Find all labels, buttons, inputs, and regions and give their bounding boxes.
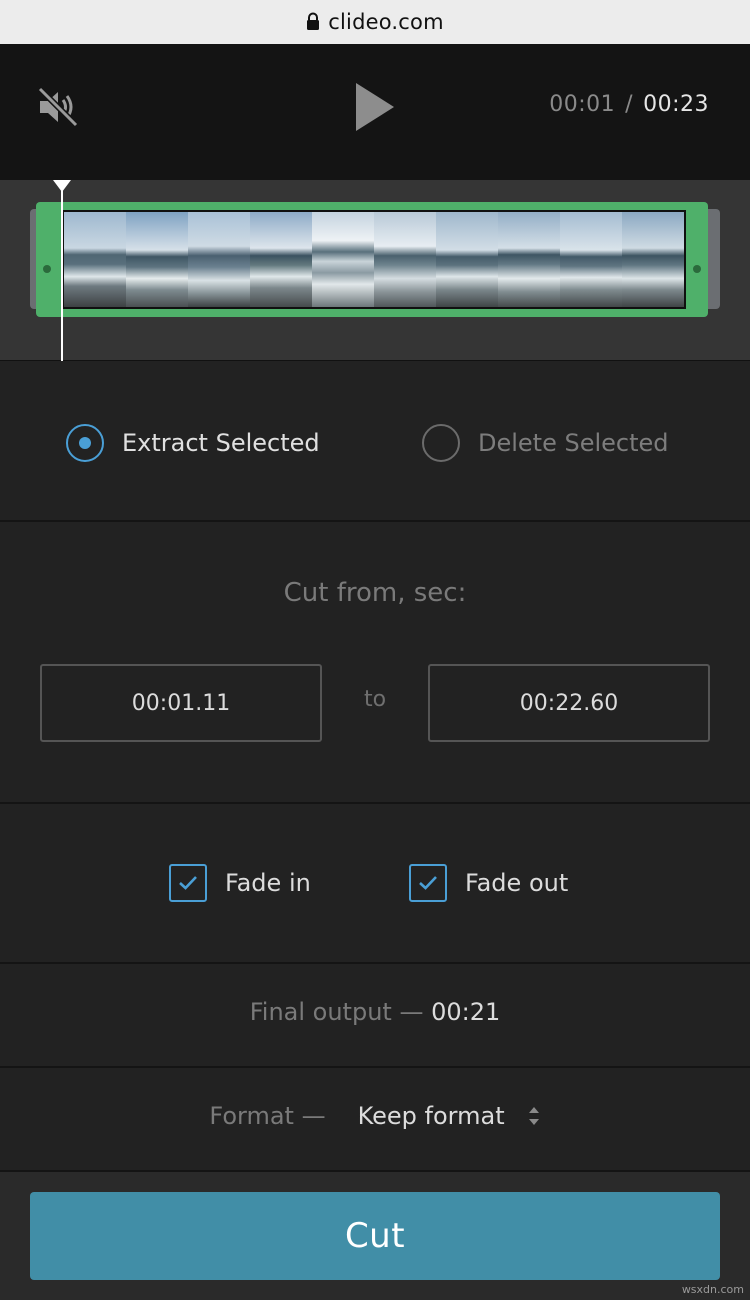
final-output-section: Final output — 00:21 — [0, 964, 750, 1068]
watermark: wsxdn.com — [681, 1283, 744, 1296]
thumbnail-frames — [64, 212, 684, 307]
delete-selected-option[interactable]: Delete Selected — [422, 424, 669, 462]
checkmark-icon — [179, 876, 197, 890]
video-thumbnail — [622, 212, 684, 307]
left-trim-handle[interactable] — [43, 265, 51, 273]
video-thumbnail — [312, 212, 374, 307]
cut-range-title: Cut from, sec: — [283, 578, 467, 608]
format-section: Format — Keep format — [0, 1068, 750, 1172]
format-select[interactable]: Keep format — [358, 1102, 505, 1130]
time-separator: / — [625, 92, 634, 117]
right-trim-handle[interactable] — [693, 265, 701, 273]
playhead-marker-icon[interactable] — [53, 180, 71, 192]
video-thumbnail — [188, 212, 250, 307]
playhead[interactable] — [61, 180, 63, 361]
cut-button[interactable]: Cut — [30, 1192, 720, 1280]
total-time: 00:23 — [643, 92, 709, 117]
extract-selected-label: Extract Selected — [122, 429, 320, 457]
delete-selected-radio[interactable] — [422, 424, 460, 462]
timeline[interactable] — [0, 180, 750, 361]
play-icon — [356, 83, 394, 131]
mute-toggle-button[interactable] — [36, 85, 80, 129]
extract-selected-radio[interactable] — [66, 424, 104, 462]
lock-icon — [307, 12, 320, 30]
fade-out-option[interactable]: Fade out — [409, 864, 568, 902]
fade-out-label: Fade out — [465, 869, 569, 897]
timeline-selection[interactable] — [36, 202, 708, 317]
video-thumbnail — [374, 212, 436, 307]
checkmark-icon — [419, 876, 437, 890]
fade-in-label: Fade in — [225, 869, 311, 897]
final-output-row: Final output — 00:21 — [0, 998, 750, 1026]
video-thumbnail — [64, 212, 126, 307]
fade-in-option[interactable]: Fade in — [169, 864, 311, 902]
playback-time: 00:01 / 00:23 — [549, 92, 709, 117]
video-thumbnail — [560, 212, 622, 307]
cut-range-section: Cut from, sec: 00:01.11 to 00:22.60 — [0, 522, 750, 804]
select-arrows-icon[interactable] — [527, 1103, 541, 1129]
speaker-muted-icon — [37, 86, 79, 128]
current-time: 00:01 — [549, 92, 616, 117]
delete-selected-label: Delete Selected — [478, 429, 669, 457]
cut-mode-section: Extract Selected Delete Selected — [0, 362, 750, 522]
format-label: Format — — [209, 1102, 326, 1130]
video-thumbnail — [498, 212, 560, 307]
final-output-label: Final output — — [249, 998, 424, 1026]
video-thumbnail — [126, 212, 188, 307]
final-output-value: 00:21 — [431, 998, 501, 1026]
video-thumbnail — [436, 212, 498, 307]
browser-url-bar[interactable]: clideo.com — [0, 0, 750, 44]
fade-in-checkbox[interactable] — [169, 864, 207, 902]
format-row: Format — Keep format — [0, 1102, 750, 1130]
fade-out-checkbox[interactable] — [409, 864, 447, 902]
action-footer: Cut wsxdn.com — [0, 1172, 750, 1300]
extract-selected-option[interactable]: Extract Selected — [66, 424, 320, 462]
fade-options-section: Fade in Fade out — [0, 804, 750, 964]
video-thumbnail — [250, 212, 312, 307]
frame-strip — [62, 210, 686, 309]
video-player-header: 00:01 / 00:23 — [0, 44, 750, 180]
play-button[interactable] — [352, 81, 396, 133]
cut-to-input[interactable]: 00:22.60 — [428, 664, 710, 742]
url-text: clideo.com — [328, 10, 444, 34]
